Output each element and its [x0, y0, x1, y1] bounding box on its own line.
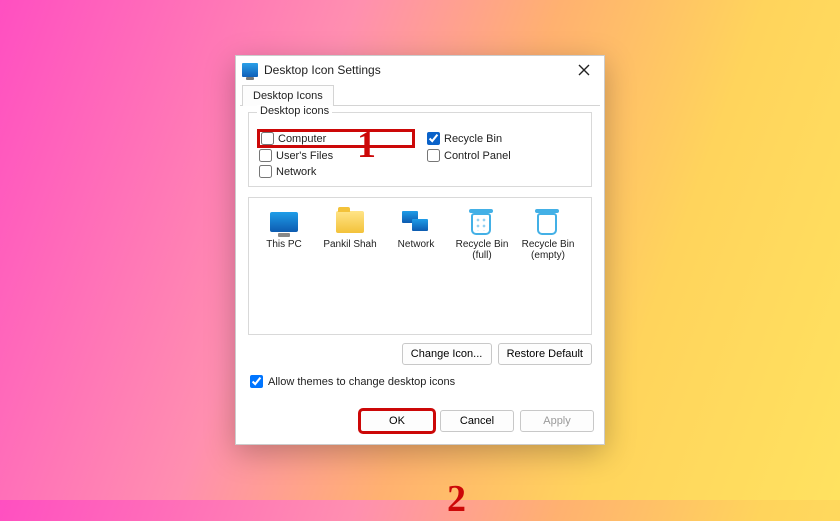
preview-label-bin-empty: Recycle Bin (empty)	[519, 239, 577, 261]
checkbox-label-network: Network	[276, 166, 316, 178]
checkbox-row-control-panel: Control Panel	[427, 149, 581, 162]
apply-button[interactable]: Apply	[520, 410, 594, 432]
recycle-bin-empty-icon	[537, 209, 559, 235]
checkbox-label-control-panel: Control Panel	[444, 150, 511, 162]
tab-row: Desktop Icons	[236, 84, 604, 105]
ok-button[interactable]: OK	[360, 410, 434, 432]
preview-network[interactable]: Network	[387, 208, 445, 250]
change-icon-button[interactable]: Change Icon...	[402, 343, 492, 365]
preview-recycle-bin-empty[interactable]: Recycle Bin (empty)	[519, 208, 577, 261]
checkbox-row-computer: Computer	[259, 131, 413, 146]
checkbox-label-users-files: User's Files	[276, 150, 333, 162]
checkbox-label-computer: Computer	[278, 133, 326, 145]
preview-label-network: Network	[398, 239, 435, 250]
checkbox-network[interactable]	[259, 165, 272, 178]
tab-desktop-icons[interactable]: Desktop Icons	[242, 85, 334, 106]
dialog-buttons: OK Cancel Apply	[236, 398, 604, 444]
network-icon	[402, 211, 430, 233]
titlebar: Desktop Icon Settings	[236, 56, 604, 84]
preview-label-this-pc: This PC	[266, 239, 302, 250]
annotation-2: 2	[447, 477, 466, 521]
fieldset-legend: Desktop icons	[257, 105, 332, 117]
checkbox-row-users-files: User's Files	[259, 149, 413, 162]
recycle-bin-full-icon	[471, 209, 493, 235]
window-title: Desktop Icon Settings	[264, 63, 381, 77]
desktop-icons-fieldset: Desktop icons Computer Recycle Bin User'…	[248, 112, 592, 187]
preview-label-user-folder: Pankil Shah	[323, 239, 376, 250]
restore-default-button[interactable]: Restore Default	[498, 343, 592, 365]
pc-icon	[270, 212, 298, 232]
checkbox-computer[interactable]	[261, 132, 274, 145]
close-icon	[578, 64, 590, 76]
preview-this-pc[interactable]: This PC	[255, 208, 313, 250]
desktop-icon	[242, 63, 258, 77]
preview-label-bin-full: Recycle Bin (full)	[453, 239, 511, 261]
annotation-1: 1	[357, 123, 376, 167]
checkbox-users-files[interactable]	[259, 149, 272, 162]
checkbox-control-panel[interactable]	[427, 149, 440, 162]
preview-recycle-bin-full[interactable]: Recycle Bin (full)	[453, 208, 511, 261]
desktop-icon-settings-dialog: Desktop Icon Settings Desktop Icons Desk…	[235, 55, 605, 445]
allow-themes-label: Allow themes to change desktop icons	[268, 376, 455, 388]
icon-preview-area: This PC Pankil Shah Network Recycle Bin …	[248, 197, 592, 335]
checkbox-label-recycle-bin: Recycle Bin	[444, 133, 502, 145]
checkbox-row-recycle-bin: Recycle Bin	[427, 131, 581, 146]
close-button[interactable]	[572, 60, 596, 80]
folder-icon	[336, 211, 364, 233]
checkbox-recycle-bin[interactable]	[427, 132, 440, 145]
checkbox-allow-themes[interactable]	[250, 375, 263, 388]
checkbox-row-network: Network	[259, 165, 413, 178]
preview-user-folder[interactable]: Pankil Shah	[321, 208, 379, 250]
cancel-button[interactable]: Cancel	[440, 410, 514, 432]
tab-body: Desktop icons Computer Recycle Bin User'…	[240, 105, 600, 398]
